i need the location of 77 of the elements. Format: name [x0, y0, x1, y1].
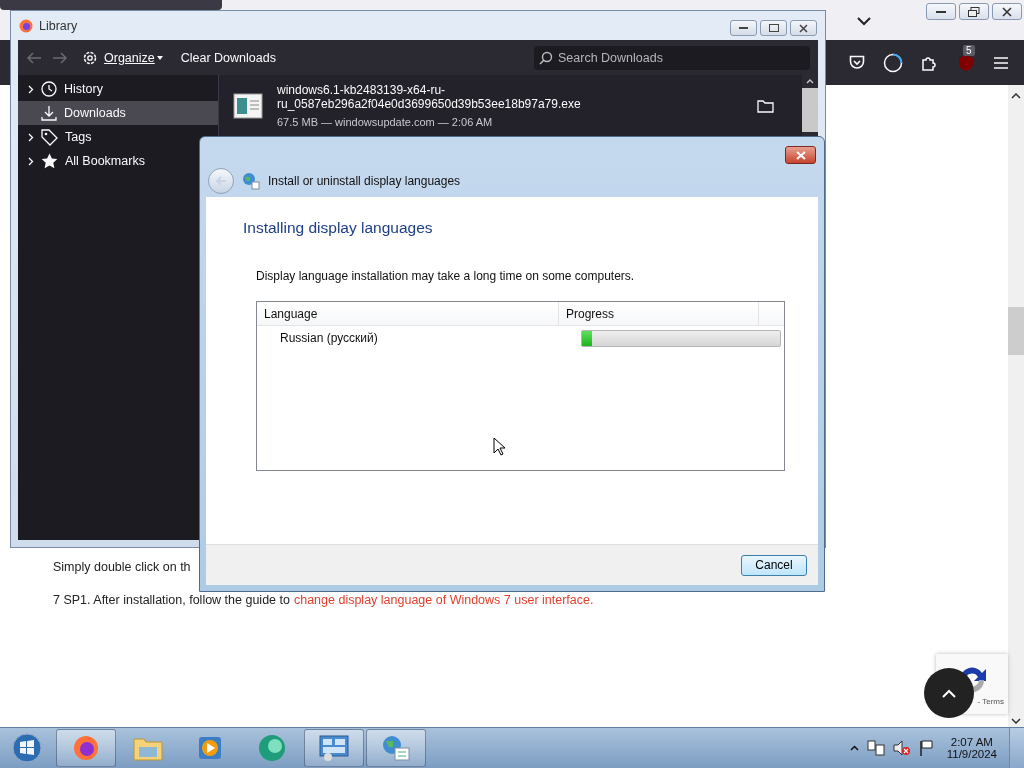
flag-icon[interactable] — [918, 740, 933, 756]
windows-logo-icon — [12, 733, 42, 763]
globe-icon — [242, 171, 260, 190]
star-icon — [41, 153, 58, 169]
minimize-button[interactable] — [926, 3, 956, 20]
chevron-up-icon — [942, 688, 956, 698]
search-field[interactable]: Search Downloads — [534, 45, 810, 70]
maximize-button[interactable] — [760, 20, 787, 36]
clock-icon — [41, 81, 57, 97]
file-name: windows6.1-kb2483139-x64-ru-ru_0587eb296a2f04e0d3699650d39b53ee18b97a79.exe — [277, 83, 582, 111]
window-title: Library — [39, 18, 78, 33]
paragraph-text: 7 SP1. After installation, follow the guide to — [53, 593, 290, 607]
restore-icon — [968, 6, 980, 17]
close-icon — [795, 150, 806, 160]
close-icon — [799, 23, 808, 33]
clear-downloads-button[interactable]: Clear Downloads — [176, 48, 280, 67]
menu-icon[interactable] — [994, 56, 1008, 69]
browser-logo-icon — [19, 18, 33, 33]
gauge-icon[interactable] — [883, 52, 903, 73]
sidebar-item[interactable]: Tags — [18, 125, 218, 149]
dialog-title: Install or uninstall display languages — [268, 173, 461, 188]
browser-icon — [72, 734, 100, 762]
taskbar-button[interactable] — [366, 729, 426, 767]
notification-badge: 5 — [963, 44, 975, 56]
download-icon — [41, 105, 57, 121]
description-text: Display language installation may take a long time on some computers. — [256, 269, 635, 283]
puzzle-icon[interactable] — [921, 54, 938, 71]
chevron-down-icon[interactable] — [857, 17, 871, 26]
organize-button[interactable]: Organize — [78, 47, 167, 68]
scroll-thumb[interactable] — [802, 88, 818, 132]
guide-link[interactable]: change display language of Windows 7 user interface. — [293, 593, 594, 607]
sidebar-item[interactable]: All Bookmarks — [18, 149, 218, 173]
settings-icon — [82, 49, 98, 66]
terms-link[interactable]: - Terms — [977, 696, 1004, 706]
close-icon — [1002, 6, 1012, 17]
network-icon[interactable] — [866, 740, 885, 756]
taskbar-button[interactable] — [56, 729, 116, 767]
page-heading: Installing display languages — [243, 219, 433, 237]
muted-speaker-icon[interactable] — [892, 740, 911, 756]
scroll-to-top-button[interactable] — [924, 668, 974, 718]
minimize-icon — [739, 26, 748, 30]
sidebar-item[interactable]: Downloads — [18, 101, 218, 125]
pocket-icon[interactable] — [849, 55, 865, 70]
maximize-icon — [768, 24, 779, 32]
clock[interactable]: 2:07 AM 11/9/2024 — [946, 736, 997, 760]
language-name: Russian (русский) — [279, 331, 379, 345]
media-player-icon — [197, 735, 223, 761]
column-header[interactable]: Progress — [559, 302, 759, 325]
folder-icon — [133, 735, 163, 761]
close-button[interactable] — [785, 146, 816, 164]
show-hidden-icons[interactable] — [849, 745, 859, 751]
installer-file-icon — [233, 92, 263, 119]
caret-icon — [156, 55, 163, 60]
scroll-up-icon[interactable] — [1011, 93, 1021, 99]
cancel-button[interactable]: Cancel — [741, 554, 807, 576]
minimize-button[interactable] — [730, 20, 757, 36]
scroll-thumb[interactable] — [1008, 307, 1024, 355]
scroll-down-icon[interactable] — [1011, 718, 1021, 724]
forward-arrow-icon[interactable] — [52, 51, 68, 64]
scrollbar[interactable] — [1008, 85, 1024, 728]
control-panel-icon — [319, 735, 349, 761]
folder-icon[interactable] — [757, 98, 774, 113]
download-details: 67.5 MB — windowsupdate.com — 2:06 AM — [277, 116, 494, 128]
tag-icon — [41, 128, 58, 146]
globe-icon — [381, 734, 411, 762]
app-icon — [257, 734, 287, 762]
back-arrow-icon[interactable] — [26, 51, 42, 64]
paragraph-text: Simply double click on th — [53, 560, 191, 574]
sidebar-item[interactable]: History — [18, 77, 218, 101]
column-header[interactable]: Language — [257, 302, 559, 325]
taskbar-button[interactable] — [304, 729, 364, 767]
close-button[interactable] — [992, 3, 1022, 20]
back-arrow-icon — [215, 175, 227, 186]
download-item[interactable]: windows6.1-kb2483139-x64-ru-ru_0587eb296a2f04e0d3699650d39b53ee18b97a79.exe 67.5 MB — windowsupdate.com — 2:06 AM — [219, 75, 802, 136]
close-button[interactable] — [790, 20, 817, 36]
pointer-cursor-icon — [493, 437, 505, 456]
restore-button[interactable] — [959, 3, 989, 20]
